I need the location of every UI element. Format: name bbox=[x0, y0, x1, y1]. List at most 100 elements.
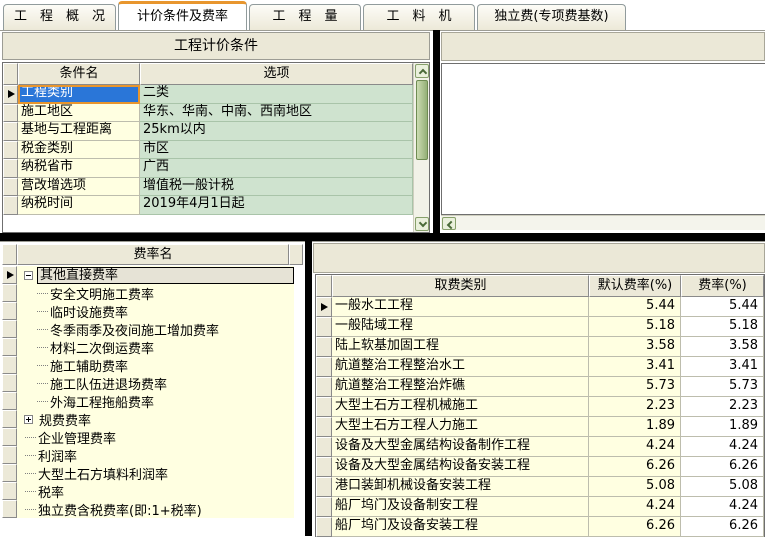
tree-item-label[interactable]: 冬季雨季及夜间施工增加费率 bbox=[48, 320, 221, 338]
rate-cell[interactable]: 3.41 bbox=[681, 357, 764, 377]
row-selector[interactable] bbox=[3, 159, 18, 178]
row-selector[interactable] bbox=[316, 497, 332, 517]
default-rate-cell[interactable]: 5.73 bbox=[589, 377, 681, 397]
scroll-up-button[interactable] bbox=[415, 64, 429, 78]
tree-item-label[interactable]: 规费费率 bbox=[37, 410, 93, 428]
tree-item[interactable]: 利润率 bbox=[2, 446, 294, 464]
default-rate-cell[interactable]: 5.08 bbox=[589, 477, 681, 497]
default-rate-cell[interactable]: 5.18 bbox=[589, 317, 681, 337]
row-selector[interactable] bbox=[3, 141, 18, 160]
column-header-rate[interactable]: 费率(%) bbox=[681, 275, 764, 297]
condition-name-cell[interactable]: 纳税时间 bbox=[18, 196, 140, 215]
fee-category-cell[interactable]: 设备及大型金属结构设备制作工程 bbox=[332, 437, 589, 457]
fee-category-cell[interactable]: 一般陆域工程 bbox=[332, 317, 589, 337]
row-selector[interactable] bbox=[316, 337, 332, 357]
condition-name-cell[interactable]: 税金类别 bbox=[18, 141, 140, 160]
tree-item[interactable]: 独立费含税费率(即:1+税率) bbox=[2, 500, 294, 518]
row-selector[interactable] bbox=[2, 410, 17, 428]
expand-plus-icon[interactable] bbox=[24, 415, 33, 424]
row-selector[interactable] bbox=[2, 374, 17, 392]
condition-option-cell[interactable]: 25km以内 bbox=[140, 122, 413, 141]
tree-item-root[interactable]: 其他直接费率 bbox=[2, 266, 294, 284]
column-header-option[interactable]: 选项 bbox=[140, 63, 413, 85]
default-rate-cell[interactable]: 1.89 bbox=[589, 417, 681, 437]
condition-option-cell[interactable]: 广西 bbox=[140, 159, 413, 178]
default-rate-cell[interactable]: 4.24 bbox=[589, 497, 681, 517]
tree-item-label[interactable]: 大型土石方填料利润率 bbox=[36, 464, 170, 482]
tab-project-overview[interactable]: 工 程 概 况 bbox=[3, 4, 116, 30]
fee-category-cell[interactable]: 一般水工工程 bbox=[332, 297, 589, 317]
tree-item[interactable]: 大型土石方填料利润率 bbox=[2, 464, 294, 482]
row-selector[interactable] bbox=[2, 320, 17, 338]
condition-name-cell[interactable]: 工程类别 bbox=[18, 85, 140, 104]
tree-item-label[interactable]: 利润率 bbox=[36, 446, 79, 464]
condition-option-cell[interactable]: 二类 bbox=[140, 85, 413, 104]
tree-item[interactable]: 冬季雨季及夜间施工增加费率 bbox=[2, 320, 294, 338]
tree-item-label[interactable]: 外海工程拖船费率 bbox=[48, 392, 156, 410]
row-selector[interactable] bbox=[2, 482, 17, 500]
fee-category-cell[interactable]: 船厂坞门及设备制安工程 bbox=[332, 497, 589, 517]
default-rate-cell[interactable]: 5.44 bbox=[589, 297, 681, 317]
tree-item-label[interactable]: 企业管理费率 bbox=[36, 428, 118, 446]
row-selector[interactable] bbox=[3, 122, 18, 141]
row-selector[interactable] bbox=[316, 417, 332, 437]
rate-cell[interactable]: 6.26 bbox=[681, 457, 764, 477]
condition-name-cell[interactable]: 基地与工程距离 bbox=[18, 122, 140, 141]
row-selector[interactable] bbox=[316, 437, 332, 457]
rate-cell[interactable]: 5.73 bbox=[681, 377, 764, 397]
row-selector[interactable] bbox=[3, 178, 18, 197]
column-header-condition-name[interactable]: 条件名 bbox=[18, 63, 140, 85]
tab-pricing-conditions-and-rates[interactable]: 计价条件及费率 bbox=[118, 1, 247, 30]
tree-item[interactable]: 外海工程拖船费率 bbox=[2, 392, 294, 410]
tree-item-label[interactable]: 材料二次倒运费率 bbox=[48, 338, 156, 356]
default-rate-cell[interactable]: 3.58 bbox=[589, 337, 681, 357]
tree-item[interactable]: 施工队伍进退场费率 bbox=[2, 374, 294, 392]
default-rate-cell[interactable]: 4.24 bbox=[589, 437, 681, 457]
row-selector[interactable] bbox=[2, 464, 17, 482]
tree-item[interactable]: 材料二次倒运费率 bbox=[2, 338, 294, 356]
row-selector[interactable] bbox=[316, 477, 332, 497]
rate-cell[interactable]: 4.24 bbox=[681, 437, 764, 457]
tree-item-label[interactable]: 其他直接费率 bbox=[37, 267, 294, 284]
column-header-rate-name[interactable]: 费率名 bbox=[17, 244, 289, 265]
tree-item-label[interactable]: 施工辅助费率 bbox=[48, 356, 130, 374]
collapse-minus-icon[interactable] bbox=[24, 271, 33, 280]
condition-option-cell[interactable]: 增值税一般计税 bbox=[140, 178, 413, 197]
tree-item[interactable]: 安全文明施工费率 bbox=[2, 284, 294, 302]
row-selector[interactable] bbox=[2, 500, 17, 518]
tree-item[interactable]: 税率 bbox=[2, 482, 294, 500]
rate-cell[interactable]: 3.58 bbox=[681, 337, 764, 357]
rate-cell[interactable]: 2.23 bbox=[681, 397, 764, 417]
row-selector[interactable] bbox=[2, 428, 17, 446]
horizontal-scrollbar[interactable] bbox=[441, 215, 765, 230]
tab-quantities[interactable]: 工 程 量 bbox=[249, 4, 361, 30]
fee-category-cell[interactable]: 航道整治工程整治水工 bbox=[332, 357, 589, 377]
row-selector[interactable] bbox=[316, 517, 332, 537]
fee-category-cell[interactable]: 大型土石方工程人力施工 bbox=[332, 417, 589, 437]
tree-item-label[interactable]: 临时设施费率 bbox=[48, 302, 130, 320]
row-selector[interactable] bbox=[2, 338, 17, 356]
tree-item-label[interactable]: 税率 bbox=[36, 482, 66, 500]
tree-item-label[interactable]: 独立费含税费率(即:1+税率) bbox=[36, 500, 204, 518]
rate-cell[interactable]: 6.26 bbox=[681, 517, 764, 537]
fee-category-cell[interactable]: 港口装卸机械设备安装工程 bbox=[332, 477, 589, 497]
rate-cell[interactable]: 5.08 bbox=[681, 477, 764, 497]
column-header-fee-category[interactable]: 取费类别 bbox=[332, 275, 589, 297]
rate-cell[interactable]: 5.44 bbox=[681, 297, 764, 317]
condition-option-cell[interactable]: 市区 bbox=[140, 141, 413, 160]
row-selector[interactable] bbox=[316, 357, 332, 377]
tree-item[interactable]: 企业管理费率 bbox=[2, 428, 294, 446]
condition-option-cell[interactable]: 华东、华南、中南、西南地区 bbox=[140, 104, 413, 123]
tab-independent-fee[interactable]: 独立费(专项费基数) bbox=[477, 4, 626, 30]
tree-item-expandable[interactable]: 规费费率 bbox=[2, 410, 294, 428]
scroll-left-button[interactable] bbox=[442, 217, 456, 230]
tree-item-label[interactable]: 施工队伍进退场费率 bbox=[48, 374, 169, 392]
default-rate-cell[interactable]: 6.26 bbox=[589, 517, 681, 537]
detail-content-area[interactable] bbox=[441, 63, 765, 215]
condition-option-cell[interactable]: 2019年4月1日起 bbox=[140, 196, 413, 215]
row-selector[interactable] bbox=[316, 317, 332, 337]
condition-name-cell[interactable]: 营改增选项 bbox=[18, 178, 140, 197]
fee-category-cell[interactable]: 船厂坞门及设备安装工程 bbox=[332, 517, 589, 537]
condition-name-cell[interactable]: 施工地区 bbox=[18, 104, 140, 123]
fee-category-cell[interactable]: 设备及大型金属结构设备安装工程 bbox=[332, 457, 589, 477]
